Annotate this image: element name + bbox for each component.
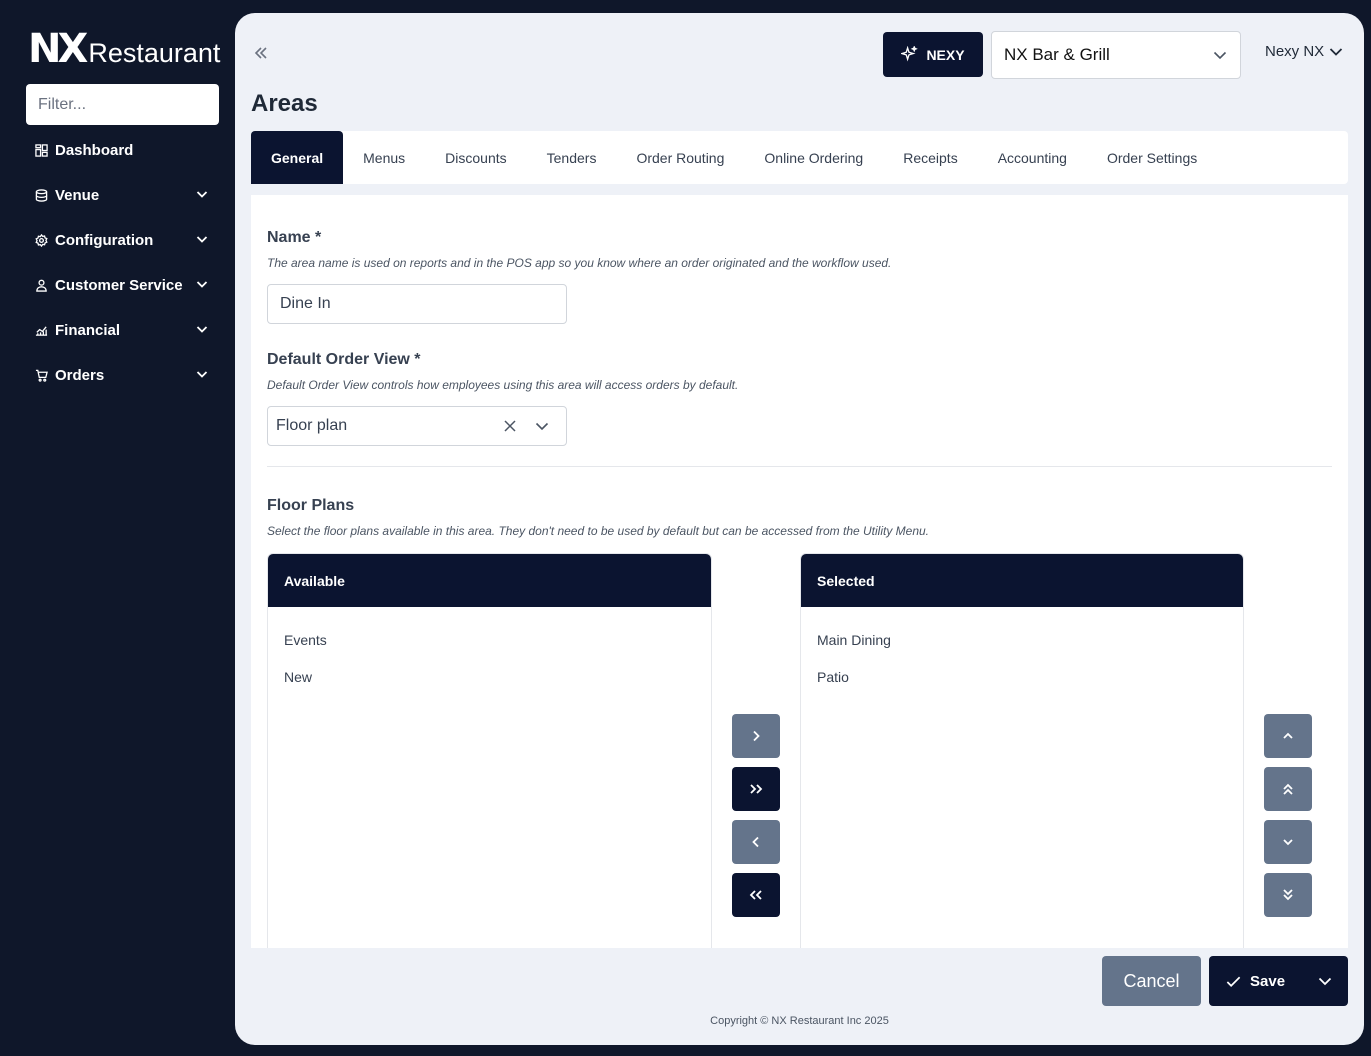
selected-items: Main Dining Patio <box>801 607 1243 695</box>
logo-mark: NX <box>28 26 88 72</box>
move-left-button[interactable] <box>732 820 780 864</box>
chevron-down-icon <box>195 232 209 250</box>
double-chevron-down-icon <box>1283 889 1293 901</box>
cancel-button[interactable]: Cancel <box>1102 956 1201 1006</box>
selected-listbox: Selected Main Dining Patio <box>800 553 1244 948</box>
venue-select-value: NX Bar & Grill <box>1004 45 1110 64</box>
main-panel: NEXY NX Bar & Grill Nexy NX Areas Genera… <box>235 13 1364 1045</box>
move-all-right-button[interactable] <box>732 767 780 811</box>
chevron-down-icon <box>195 322 209 340</box>
tab-general[interactable]: General <box>251 131 344 184</box>
double-chevron-left-icon <box>749 890 762 900</box>
section-divider <box>267 466 1332 467</box>
sidebar-item-label: Financial <box>55 322 121 339</box>
sidebar-item-label: Configuration <box>55 232 154 249</box>
name-label: Name * <box>267 229 322 246</box>
save-options-button[interactable] <box>1305 973 1345 989</box>
available-listbox: Available Events New <box>267 553 712 948</box>
sidebar-item-label: Dashboard <box>55 142 134 159</box>
gear-icon <box>34 234 48 248</box>
chevron-down-icon <box>1330 47 1343 56</box>
sidebar-item-financial[interactable]: Financial <box>0 308 235 353</box>
chevron-left-icon <box>752 836 759 848</box>
default-order-view-value: Floor plan <box>276 417 348 434</box>
floor-plans-help-text: Select the floor plans available in this… <box>267 524 930 538</box>
double-chevron-up-icon <box>1283 783 1293 795</box>
tab-order-routing[interactable]: Order Routing <box>616 131 744 184</box>
chevron-up-icon <box>1283 732 1293 739</box>
nexy-label: NEXY <box>926 46 965 63</box>
move-up-button[interactable] <box>1264 714 1312 758</box>
cart-icon <box>34 369 48 383</box>
clear-icon[interactable] <box>494 418 526 434</box>
default-order-view-help-text: Default Order View controls how employee… <box>267 378 739 392</box>
tab-online-ordering[interactable]: Online Ordering <box>744 131 883 184</box>
dashboard-icon <box>34 144 48 158</box>
sparkle-icon <box>901 46 919 62</box>
collapse-sidebar-icon[interactable] <box>251 43 271 63</box>
sidebar-item-label: Venue <box>55 187 100 204</box>
tab-order-settings[interactable]: Order Settings <box>1087 131 1217 184</box>
name-help-text: The area name is used on reports and in … <box>267 256 892 270</box>
double-chevron-right-icon <box>750 784 763 794</box>
sidebar-item-label: Customer Service <box>55 277 183 294</box>
chevron-down-icon <box>195 277 209 295</box>
chevron-down-icon <box>195 187 209 205</box>
user-menu[interactable]: Nexy NX <box>1265 43 1344 60</box>
tab-bar: General Menus Discounts Tenders Order Ro… <box>251 131 1348 184</box>
save-label: Save <box>1250 972 1286 990</box>
available-header: Available <box>268 554 711 607</box>
sidebar-item-venue[interactable]: Venue <box>0 173 235 218</box>
sidebar-item-label: Orders <box>55 367 105 384</box>
sidebar-nav: Dashboard Venue Configuration Customer S… <box>0 128 235 398</box>
chevron-down-icon <box>1318 977 1332 986</box>
list-item[interactable]: Events <box>268 621 711 658</box>
chart-icon <box>34 324 48 338</box>
tab-tenders[interactable]: Tenders <box>527 131 617 184</box>
logo-text: Restaurant <box>88 38 221 68</box>
check-icon <box>1226 976 1241 987</box>
floor-plans-label: Floor Plans <box>267 497 355 514</box>
selected-header: Selected <box>801 554 1243 607</box>
list-item[interactable]: New <box>268 658 711 695</box>
chevron-down-icon <box>195 367 209 385</box>
available-items: Events New <box>268 607 711 695</box>
move-bottom-button[interactable] <box>1264 873 1312 917</box>
brand-logo: NX Restaurant <box>28 26 221 72</box>
page-title: Areas <box>251 90 318 117</box>
database-icon <box>34 189 48 203</box>
user-icon <box>34 279 48 293</box>
chevron-down-icon[interactable] <box>526 418 558 434</box>
user-name: Nexy NX <box>1265 43 1325 60</box>
move-top-button[interactable] <box>1264 767 1312 811</box>
tab-discounts[interactable]: Discounts <box>425 131 526 184</box>
sidebar-filter-input[interactable] <box>26 84 219 125</box>
nexy-assistant-button[interactable]: NEXY <box>883 32 983 77</box>
default-order-view-select[interactable]: Floor plan <box>267 406 567 446</box>
chevron-down-icon <box>1283 839 1293 846</box>
chevron-down-icon <box>1213 51 1227 60</box>
tab-accounting[interactable]: Accounting <box>978 131 1087 184</box>
sidebar: NX Restaurant Dashboard Venue Configurat… <box>0 0 235 1056</box>
move-all-left-button[interactable] <box>732 873 780 917</box>
move-down-button[interactable] <box>1264 820 1312 864</box>
copyright-text: Copyright © NX Restaurant Inc 2025 <box>710 1015 889 1027</box>
chevron-right-icon <box>753 730 760 742</box>
move-right-button[interactable] <box>732 714 780 758</box>
sidebar-item-customer-service[interactable]: Customer Service <box>0 263 235 308</box>
tab-receipts[interactable]: Receipts <box>883 131 977 184</box>
sidebar-item-dashboard[interactable]: Dashboard <box>0 128 235 173</box>
sidebar-item-configuration[interactable]: Configuration <box>0 218 235 263</box>
name-input[interactable] <box>267 284 567 324</box>
save-button-group: Save <box>1209 956 1348 1006</box>
list-item[interactable]: Patio <box>801 658 1243 695</box>
save-button[interactable]: Save <box>1209 973 1305 990</box>
default-order-view-label: Default Order View * <box>267 351 421 368</box>
sidebar-item-orders[interactable]: Orders <box>0 353 235 398</box>
list-item[interactable]: Main Dining <box>801 621 1243 658</box>
form-content: Name * The area name is used on reports … <box>251 195 1348 948</box>
tab-menus[interactable]: Menus <box>343 131 425 184</box>
venue-select[interactable]: NX Bar & Grill <box>991 31 1241 79</box>
